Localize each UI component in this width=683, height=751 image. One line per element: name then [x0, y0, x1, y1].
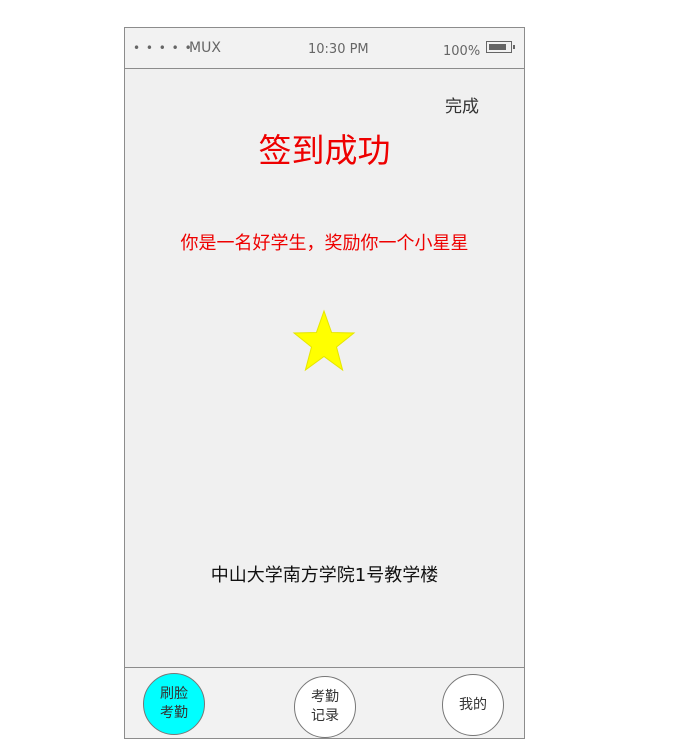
- star-shape: [292, 309, 356, 372]
- tab-attendance-records[interactable]: 考勤记录: [294, 676, 356, 738]
- tab-face-attendance[interactable]: 刷脸考勤: [143, 673, 205, 735]
- tab-attendance-records-label: 考勤记录: [311, 689, 339, 724]
- bottom-tab-bar: 刷脸考勤 考勤记录 我的: [125, 667, 524, 738]
- tab-me[interactable]: 我的: [442, 674, 504, 736]
- tab-face-attendance-label: 刷脸考勤: [160, 686, 188, 721]
- signal-strength-icon: • • • • •: [133, 41, 193, 55]
- reward-message: 你是一名好学生，奖励你一个小星星: [180, 233, 469, 254]
- star-icon: [292, 309, 356, 372]
- location-label: 中山大学南方学院1号教学楼: [210, 565, 439, 586]
- page-title: 签到成功: [258, 131, 391, 170]
- carrier-name: MUX: [189, 40, 221, 56]
- battery-percent: 100%: [443, 44, 481, 59]
- done-button[interactable]: 完成: [445, 92, 479, 117]
- phone-frame: • • • • • MUX 10:30 PM 100% 完成 签到成功 你是一名…: [124, 27, 525, 739]
- tab-me-label: 我的: [459, 696, 487, 713]
- battery-icon: [486, 41, 515, 53]
- status-time: 10:30 PM: [308, 42, 369, 57]
- status-bar: • • • • • MUX 10:30 PM 100%: [125, 28, 524, 69]
